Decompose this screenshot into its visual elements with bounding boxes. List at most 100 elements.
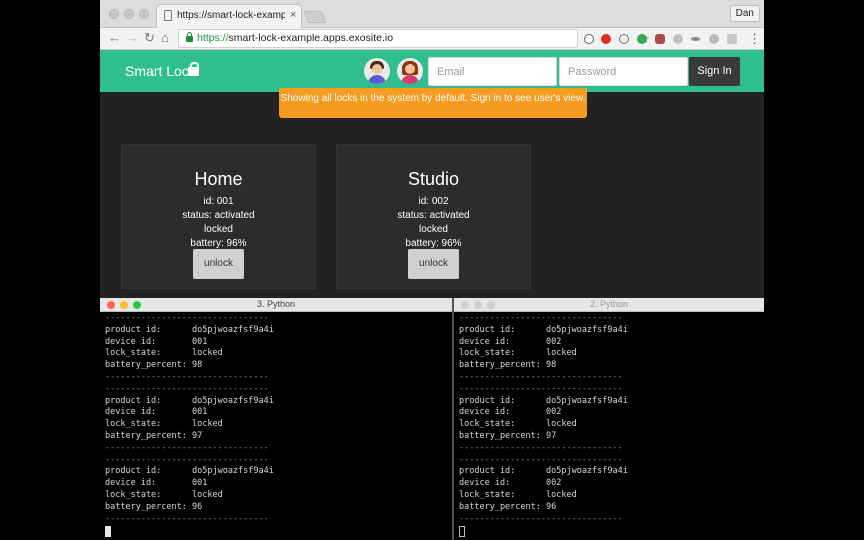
terminal-title: 2. Python — [589, 299, 629, 309]
url-text: https://smart-lock-example.apps.exosite.… — [197, 32, 393, 44]
terminal-line: lock_state: locked — [459, 348, 577, 359]
feather-extension-icon[interactable] — [709, 34, 719, 44]
info-banner: Showing all locks in the system by defau… — [279, 88, 587, 118]
terminal-title: 3. Python — [256, 299, 296, 309]
terminal-line: -------------------------------- — [459, 371, 623, 382]
terminal-line: -------------------------------- — [459, 442, 623, 453]
lock-id: id: 001 — [203, 196, 234, 207]
url-host: smart-lock-example.apps.exosite.io — [228, 32, 394, 44]
terminal-line: device id: 001 — [105, 478, 208, 489]
lock-state: locked — [204, 224, 233, 235]
terminal-line: -------------------------------- — [459, 383, 623, 394]
terminal-output: -------------------------------- product… — [105, 313, 405, 525]
tab-close-icon[interactable]: × — [290, 9, 296, 21]
browser-menu-icon[interactable]: ⋮ — [748, 31, 761, 47]
chart-extension-icon[interactable] — [691, 37, 700, 41]
terminal-title-bar: 3. Python — [100, 298, 452, 312]
terminal-window-2[interactable]: 2. Python ------------------------------… — [454, 298, 764, 540]
female-avatar-icon[interactable] — [397, 58, 423, 84]
browser-window: https://smart-lock-example.ap × Dan ← → … — [100, 0, 764, 298]
terminal-line: -------------------------------- — [105, 442, 269, 453]
lock-name: Home — [194, 169, 243, 189]
back-icon[interactable]: ← — [108, 30, 121, 46]
lock-state: locked — [419, 224, 448, 235]
lock-icon — [188, 62, 199, 76]
terminal-line: product id: do5pjwoazfsf9a4i — [105, 395, 274, 406]
address-bar[interactable]: https://smart-lock-example.apps.exosite.… — [178, 29, 650, 48]
terminal-line: lock_state: locked — [105, 489, 223, 500]
secure-lock-icon — [186, 32, 193, 42]
forward-icon[interactable]: → — [126, 30, 139, 46]
lock-battery: battery: 96% — [190, 238, 247, 249]
terminal-line: lock_state: locked — [105, 419, 223, 430]
terminal-line: -------------------------------- — [459, 513, 623, 524]
chat-extension-icon[interactable] — [637, 34, 647, 44]
terminal-line: product id: do5pjwoazfsf9a4i — [459, 395, 628, 406]
lock-status: status: activated — [182, 210, 255, 221]
window-zoom-dot[interactable] — [139, 9, 149, 19]
terminal-line: device id: 002 — [459, 407, 562, 418]
terminal-line: -------------------------------- — [105, 513, 269, 524]
site-navbar: Smart Lock Sign In — [100, 50, 764, 92]
cloud-extension-icon[interactable] — [673, 34, 683, 44]
unlock-button[interactable]: unlock — [193, 249, 244, 279]
sign-in-button[interactable]: Sign In — [689, 57, 740, 86]
terminal-line: -------------------------------- — [105, 371, 269, 382]
reload-icon[interactable]: ↻ — [144, 30, 155, 46]
profile-button[interactable]: Dan — [729, 5, 760, 22]
lock-card-home: Home id: 001 status: activated locked ba… — [121, 144, 316, 289]
web-page: Smart Lock Sign In Showing all locks in … — [100, 50, 764, 298]
terminal-line: lock_state: locked — [459, 489, 577, 500]
terminal-line: product id: do5pjwoazfsf9a4i — [459, 324, 628, 335]
terminal-line: device id: 001 — [105, 336, 208, 347]
lock-battery: battery: 96% — [405, 238, 462, 249]
terminal-line: product id: do5pjwoazfsf9a4i — [459, 466, 628, 477]
terminal-line: battery_percent: 97 — [459, 430, 557, 441]
adblock-extension-icon[interactable] — [601, 34, 611, 44]
terminal-title-bar: 2. Python — [454, 298, 764, 312]
password-field[interactable] — [559, 57, 688, 86]
monster-extension-icon[interactable] — [655, 34, 665, 44]
unlock-button[interactable]: unlock — [408, 249, 459, 279]
lock-name: Studio — [407, 169, 460, 189]
terminal-line: device id: 002 — [459, 336, 562, 347]
terminal-line: lock_state: locked — [105, 348, 223, 359]
browser-toolbar: ← → ↻ ⌂ https://smart-lock-example.apps.… — [100, 28, 764, 50]
terminal-cursor — [105, 526, 111, 537]
terminal-line: battery_percent: 98 — [105, 360, 203, 371]
terminal-line: -------------------------------- — [105, 383, 269, 394]
terminal-line: device id: 001 — [105, 407, 208, 418]
browser-tab[interactable]: https://smart-lock-example.ap × — [156, 4, 302, 28]
terminal-line: battery_percent: 96 — [105, 501, 203, 512]
terminal-line: device id: 002 — [459, 478, 562, 489]
lock-id: id: 002 — [418, 196, 449, 207]
terminal-line: -------------------------------- — [105, 454, 269, 465]
site-brand[interactable]: Smart Lock — [125, 63, 196, 79]
terminal-line: product id: do5pjwoazfsf9a4i — [105, 324, 274, 335]
new-tab-button[interactable] — [303, 11, 327, 23]
lock-card-studio: Studio id: 002 status: activated locked … — [336, 144, 531, 289]
terminal-line: -------------------------------- — [459, 454, 623, 465]
info-extension-icon[interactable] — [584, 34, 594, 44]
terminal-window-3[interactable]: 3. Python ------------------------------… — [100, 298, 452, 540]
translate-extension-icon[interactable] — [727, 34, 737, 44]
tab-bar: https://smart-lock-example.ap × Dan — [100, 0, 764, 28]
terminal-cursor — [459, 526, 465, 537]
terminal-line: battery_percent: 98 — [459, 360, 557, 371]
home-icon[interactable]: ⌂ — [161, 30, 169, 46]
url-protocol: https:// — [197, 32, 229, 44]
page-icon — [164, 10, 172, 21]
terminal-line: battery_percent: 96 — [459, 501, 557, 512]
email-field[interactable] — [428, 57, 557, 86]
terminal-line: battery_percent: 97 — [105, 430, 203, 441]
clock-extension-icon[interactable] — [619, 34, 629, 44]
tab-title: https://smart-lock-example.ap — [177, 10, 285, 21]
lock-status: status: activated — [397, 210, 470, 221]
window-minimize-dot[interactable] — [124, 9, 134, 19]
terminal-line: product id: do5pjwoazfsf9a4i — [105, 466, 274, 477]
terminal-line: lock_state: locked — [459, 419, 577, 430]
window-close-dot[interactable] — [109, 9, 119, 19]
male-avatar-icon[interactable] — [364, 58, 390, 84]
terminal-line: -------------------------------- — [105, 313, 269, 323]
terminal-output: -------------------------------- product… — [459, 313, 759, 525]
